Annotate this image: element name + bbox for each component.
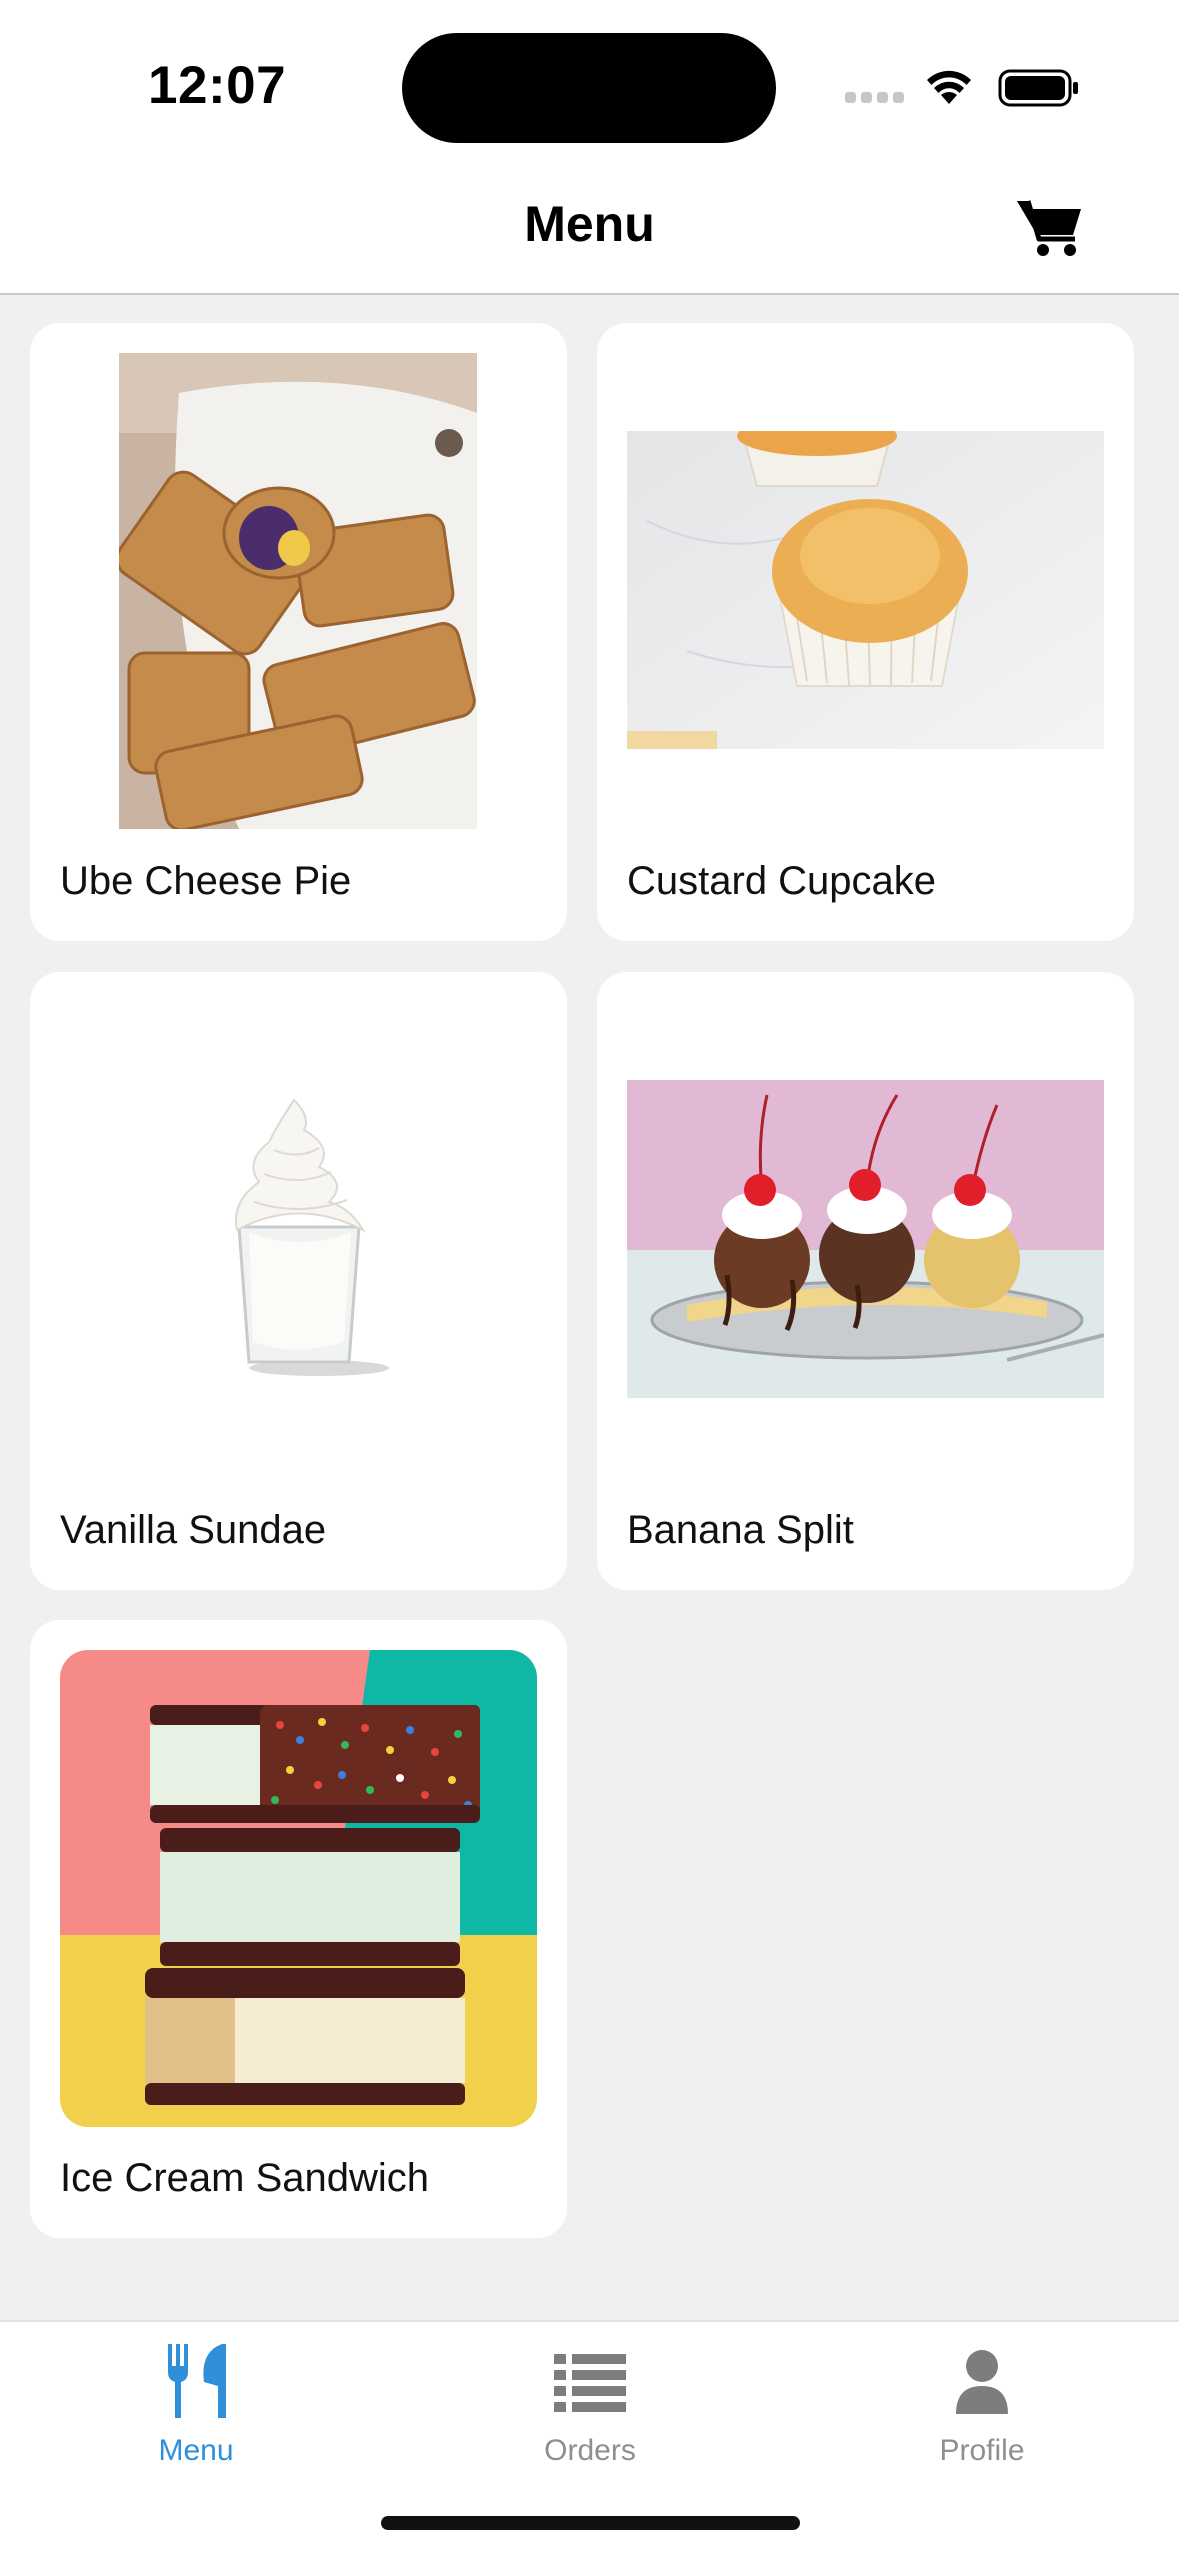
menu-item-image — [60, 1650, 537, 2127]
menu-item-card[interactable]: Banana Split — [597, 972, 1134, 1590]
list-icon — [554, 2354, 626, 2412]
tab-label: Menu — [158, 2434, 234, 2467]
status-bar: 12:07 — [0, 0, 1179, 165]
menu-item-name: Custard Cupcake — [627, 859, 937, 903]
menu-item-name: Ice Cream Sandwich — [60, 2156, 430, 2200]
menu-item-image — [627, 1080, 1104, 1398]
tab-orders[interactable]: Orders — [470, 2342, 710, 2492]
screen: 12:07 Menu Ube Cheese Pie Custard Cupcak… — [0, 0, 1179, 2556]
tab-menu[interactable]: Menu — [76, 2342, 316, 2492]
tab-label: Profile — [939, 2434, 1025, 2467]
menu-item-image — [119, 353, 477, 829]
home-indicator[interactable] — [381, 2516, 800, 2530]
cart-icon[interactable] — [1015, 195, 1085, 259]
wifi-icon — [927, 70, 971, 104]
menu-item-image — [627, 431, 1104, 749]
page-title: Menu — [524, 196, 655, 252]
battery-icon — [998, 69, 1078, 107]
tab-profile[interactable]: Profile — [862, 2342, 1102, 2492]
person-icon — [956, 2350, 1008, 2414]
menu-item-card[interactable]: Ice Cream Sandwich — [30, 1620, 567, 2238]
dynamic-island — [402, 33, 776, 143]
menu-item-card[interactable]: Ube Cheese Pie — [30, 323, 567, 941]
nav-bar: Menu — [0, 165, 1179, 295]
menu-item-name: Banana Split — [627, 1508, 854, 1552]
menu-item-card[interactable]: Custard Cupcake — [597, 323, 1134, 941]
fork-knife-icon — [168, 2344, 226, 2418]
menu-item-name: Ube Cheese Pie — [60, 859, 352, 903]
menu-item-card[interactable]: Vanilla Sundae — [30, 972, 567, 1590]
menu-item-name: Vanilla Sundae — [60, 1508, 327, 1552]
status-time: 12:07 — [148, 56, 287, 115]
signal-icon — [845, 92, 905, 106]
menu-item-image — [119, 1002, 477, 1478]
tab-label: Orders — [544, 2434, 636, 2467]
